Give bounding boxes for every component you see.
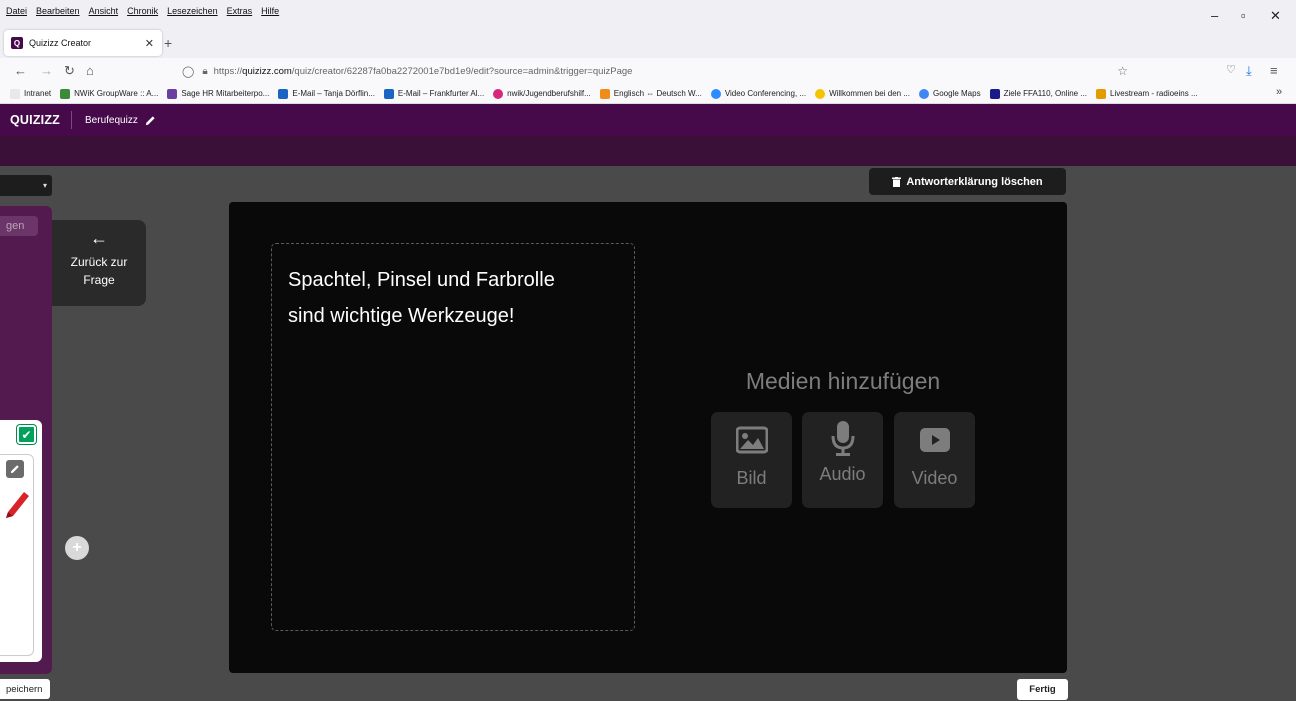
delete-explanation-label: Antworterklärung löschen bbox=[906, 175, 1043, 188]
browser-menubar: Datei Bearbeiten Ansicht Chronik Lesezei… bbox=[0, 0, 1296, 28]
delete-explanation-button[interactable]: Antworterklärung löschen bbox=[869, 168, 1066, 195]
menu-bearbeiten[interactable]: Bearbeiten bbox=[36, 6, 80, 16]
bookmarks-overflow-icon[interactable]: » bbox=[1272, 86, 1287, 98]
audio-label: Audio bbox=[819, 464, 866, 484]
menu-datei[interactable]: Datei bbox=[6, 6, 27, 16]
bookmark-item[interactable]: E-Mail – Frankfurter Al... bbox=[383, 88, 484, 99]
new-tab-icon[interactable]: + bbox=[164, 35, 172, 51]
edit-pencil-button[interactable] bbox=[6, 460, 24, 478]
menu-extras[interactable]: Extras bbox=[227, 6, 253, 16]
bookmark-icon bbox=[60, 88, 71, 99]
download-icon[interactable]: ⤓ bbox=[1246, 63, 1252, 79]
bookmark-item[interactable]: Google Maps bbox=[918, 88, 981, 99]
close-window-icon[interactable]: ✕ bbox=[1270, 8, 1281, 24]
back-arrow-icon[interactable]: ← bbox=[14, 63, 27, 78]
image-icon bbox=[735, 426, 768, 454]
add-option-plus-icon[interactable]: + bbox=[65, 536, 89, 560]
add-media-title: Medien hinzufügen bbox=[745, 368, 941, 394]
answer-edit-box[interactable] bbox=[0, 454, 34, 656]
quiz-title: Berufequizz bbox=[85, 114, 138, 126]
bookmark-item[interactable]: Englisch ⇔ Deutsch W... bbox=[599, 88, 702, 99]
microphone-icon bbox=[831, 421, 854, 456]
quizizz-favicon-icon: Q bbox=[11, 37, 23, 49]
quiz-name-edit[interactable]: Berufequizz bbox=[85, 115, 156, 126]
menu-ansicht[interactable]: Ansicht bbox=[89, 6, 119, 16]
image-label: Bild bbox=[736, 468, 767, 488]
bookmark-item[interactable]: Sage HR Mitarbeiterpo... bbox=[167, 88, 269, 99]
correct-check-icon[interactable]: ✔ bbox=[17, 425, 36, 444]
bookmark-icon bbox=[918, 88, 929, 99]
arrow-left-icon: ← bbox=[90, 228, 108, 248]
url-path: /quiz/creator/62287fa0ba2272001e7bd1e9/e… bbox=[291, 65, 633, 77]
forward-arrow-icon[interactable]: → bbox=[40, 63, 53, 78]
url-domain: quizizz.com bbox=[242, 65, 292, 77]
nav-bar: ← → ↻ ⌂ ◯ 🔒︎ https:// quizizz.com /quiz/… bbox=[0, 58, 1296, 84]
tab-title: Quizizz Creator bbox=[29, 38, 92, 48]
bookmark-icon bbox=[383, 88, 394, 99]
home-icon[interactable]: ⌂ bbox=[86, 63, 94, 78]
menu-items: Datei Bearbeiten Ansicht Chronik Lesezei… bbox=[6, 6, 279, 16]
bookmark-item[interactable]: E-Mail – Tanja Dörflin... bbox=[278, 88, 375, 99]
reload-icon[interactable]: ↻ bbox=[64, 63, 75, 79]
tab-bar: Q Quizizz Creator ✕ + bbox=[0, 28, 1296, 58]
bookmark-icon bbox=[1096, 88, 1107, 99]
minimize-icon[interactable]: – bbox=[1211, 8, 1218, 23]
question-type-dropdown[interactable]: ▾ bbox=[0, 175, 52, 196]
pocket-icon[interactable]: ♡ bbox=[1226, 63, 1236, 76]
menu-hamburger-icon[interactable]: ≡ bbox=[1270, 63, 1278, 78]
partial-pill-button[interactable]: gen bbox=[0, 216, 38, 236]
add-video-button[interactable]: Video bbox=[894, 412, 975, 508]
restore-icon[interactable]: ▫ bbox=[1241, 8, 1246, 23]
video-label: Video bbox=[911, 468, 958, 488]
bookmark-star-icon[interactable]: ☆ bbox=[1117, 64, 1128, 78]
bookmark-icon bbox=[278, 88, 289, 99]
caret-down-icon: ▾ bbox=[42, 181, 47, 190]
bookmark-icon bbox=[493, 88, 504, 99]
menu-hilfe[interactable]: Hilfe bbox=[261, 6, 279, 16]
trash-icon bbox=[892, 176, 902, 187]
menu-chronik[interactable]: Chronik bbox=[127, 6, 158, 16]
bookmark-item[interactable]: nwik/Jugendberufshilf... bbox=[493, 88, 591, 99]
close-tab-icon[interactable]: ✕ bbox=[145, 37, 154, 50]
pencil-icon bbox=[145, 115, 155, 125]
bookmarks-bar: Intranet NWiK GroupWare :: A... Sage HR … bbox=[0, 84, 1296, 104]
video-play-icon bbox=[919, 428, 950, 452]
bookmark-icon bbox=[599, 88, 610, 99]
quizizz-logo[interactable]: QUIZIZZ bbox=[10, 111, 73, 129]
bookmark-item[interactable]: Livestream - radioeins ... bbox=[1096, 88, 1198, 99]
menu-lesezeichen[interactable]: Lesezeichen bbox=[167, 6, 218, 16]
bookmark-item[interactable]: Willkommen bei den ... bbox=[815, 88, 910, 99]
bookmark-icon bbox=[167, 88, 178, 99]
add-audio-button[interactable]: Audio bbox=[802, 412, 883, 508]
save-button[interactable]: peichern bbox=[0, 679, 50, 699]
pencil-icon bbox=[10, 465, 19, 474]
shield-icon: ◯ bbox=[182, 65, 195, 78]
url-prefix: https:// bbox=[213, 65, 243, 77]
url-bar[interactable]: ◯ 🔒︎ https:// quizizz.com /quiz/creator/… bbox=[182, 60, 1142, 82]
bookmark-item[interactable]: NWiK GroupWare :: A... bbox=[60, 88, 158, 99]
bookmark-item[interactable]: Intranet bbox=[10, 88, 51, 99]
bookmark-icon bbox=[710, 88, 721, 99]
tab-quizizz-creator[interactable]: Q Quizizz Creator ✕ bbox=[4, 30, 162, 56]
bookmark-icon bbox=[815, 88, 826, 99]
bookmark-icon bbox=[10, 88, 20, 99]
bookmark-item[interactable]: Ziele FFA110, Online ... bbox=[989, 88, 1087, 99]
app-subheader bbox=[0, 136, 1296, 166]
add-image-button[interactable]: Bild bbox=[711, 412, 792, 508]
back-to-question-label: Zurück zur Frage bbox=[70, 255, 128, 287]
done-button[interactable]: Fertig bbox=[1017, 679, 1068, 700]
back-to-question-button[interactable]: ← Zurück zur Frage bbox=[52, 220, 146, 306]
app-header: QUIZIZZ Berufequizz bbox=[0, 104, 1296, 136]
bookmark-icon bbox=[989, 88, 1000, 99]
lock-icon: 🔒︎ bbox=[202, 65, 208, 77]
bookmark-item[interactable]: Video Conferencing, ... bbox=[710, 88, 806, 99]
explanation-text[interactable]: Spachtel, Pinsel und Farbrolle sind wich… bbox=[288, 262, 588, 334]
red-marker-icon bbox=[6, 492, 29, 518]
